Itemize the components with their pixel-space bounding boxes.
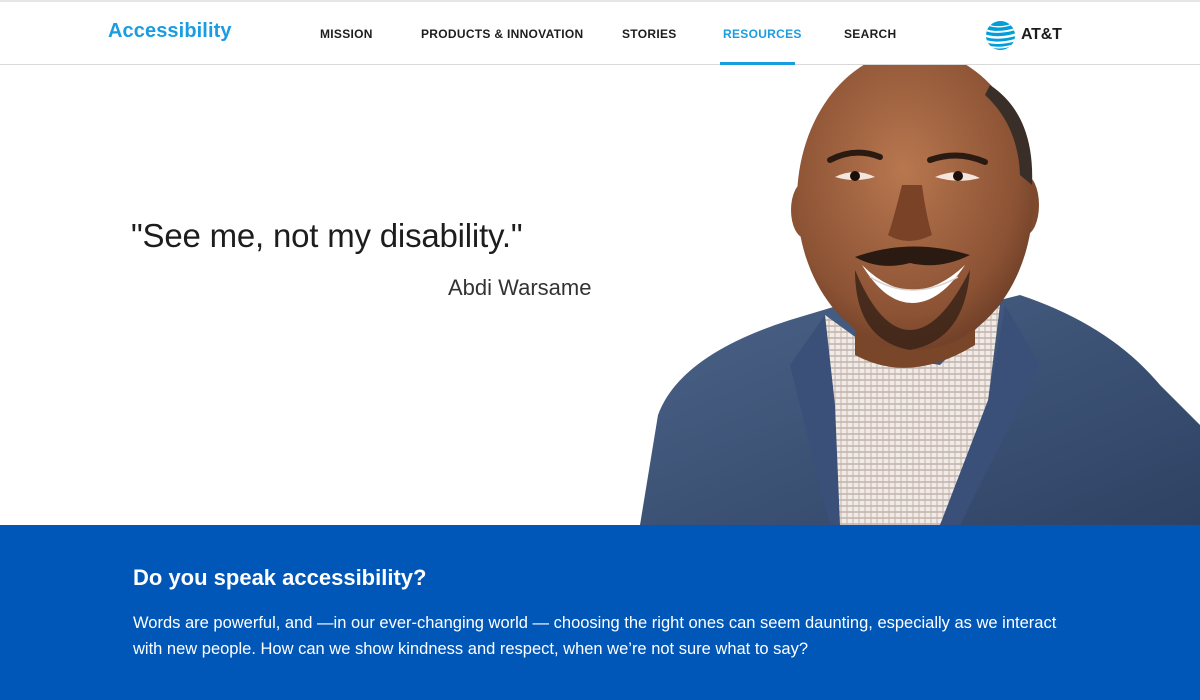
nav-resources[interactable]: RESOURCES (723, 27, 802, 41)
section-title: Do you speak accessibility? (133, 565, 427, 590)
nav-stories[interactable]: STORIES (622, 27, 677, 41)
portrait-image (640, 65, 1200, 525)
hero-quote: "See me, not my disability." (131, 217, 523, 254)
hero-attribution: Abdi Warsame (448, 275, 592, 300)
brand-link[interactable]: Accessibility (108, 20, 232, 43)
nav-search[interactable]: SEARCH (844, 27, 896, 41)
section-body: Words are powerful, and —in our ever-cha… (133, 614, 1057, 658)
site-header: Accessibility MISSION PRODUCTS & INNOVAT… (0, 0, 1200, 65)
att-logo-text: AT&T (1021, 26, 1062, 43)
att-logo[interactable]: AT&T (985, 19, 1065, 51)
info-band: Do you speak accessibility? Words are po… (0, 525, 1200, 700)
att-globe-icon (985, 20, 1016, 50)
hero: "See me, not my disability." Abdi Warsam… (0, 65, 1200, 525)
nav-products-innovation[interactable]: PRODUCTS & INNOVATION (421, 27, 584, 41)
nav-mission[interactable]: MISSION (320, 27, 373, 41)
